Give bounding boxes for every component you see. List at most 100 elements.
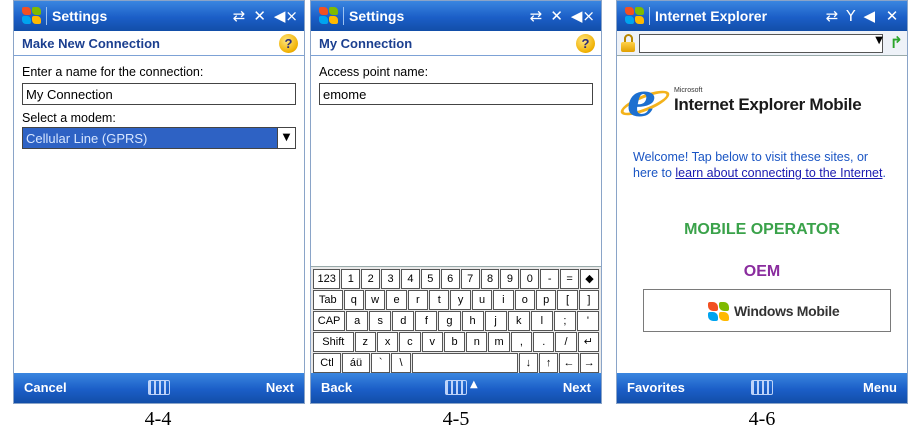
keyboard-key[interactable]: u <box>471 290 493 310</box>
keyboard-key[interactable]: n <box>466 332 488 352</box>
keyboard-key[interactable]: d <box>392 311 415 331</box>
keyboard-key[interactable]: g <box>438 311 461 331</box>
keyboard-key[interactable]: ; <box>553 311 576 331</box>
keyboard-key[interactable]: i <box>493 290 514 310</box>
keyboard-key[interactable]: CAP <box>313 311 346 331</box>
keyboard-key[interactable]: áü <box>342 353 370 373</box>
address-input[interactable] <box>639 34 883 53</box>
start-menu-icon[interactable] <box>623 6 645 26</box>
connectivity-icon[interactable]: ⇄ <box>826 7 839 25</box>
connectivity-icon[interactable]: ⇄ <box>233 7 246 25</box>
keyboard-key[interactable]: q <box>343 290 364 310</box>
keyboard-key[interactable]: k <box>507 311 530 331</box>
keyboard-key[interactable]: 0 <box>520 269 540 289</box>
close-icon[interactable]: ✕ <box>883 7 901 25</box>
keyboard-icon[interactable] <box>148 380 170 395</box>
keyboard-key[interactable]: j <box>484 311 507 331</box>
chevron-down-icon[interactable]: ▼ <box>277 128 295 148</box>
keyboard-key[interactable]: x <box>376 332 399 352</box>
keyboard-key[interactable]: o <box>514 290 535 310</box>
keyboard-key[interactable]: ] <box>578 290 600 310</box>
keyboard-key[interactable]: e <box>386 290 407 310</box>
connectivity-icon[interactable]: ⇄ <box>530 7 543 25</box>
keyboard-icon[interactable] <box>445 380 467 395</box>
space-key[interactable] <box>411 353 518 373</box>
start-menu-icon[interactable] <box>317 6 339 26</box>
keyboard-key[interactable]: ↓ <box>518 353 538 373</box>
volume-icon[interactable]: ◀× <box>571 7 595 25</box>
keyboard-key[interactable]: 5 <box>420 269 440 289</box>
menu-button[interactable]: Menu <box>863 380 897 395</box>
keyboard-key[interactable]: m <box>488 332 510 352</box>
keyboard-key[interactable]: \ <box>391 353 411 373</box>
keyboard-key[interactable]: → <box>579 353 599 373</box>
signal-icon[interactable]: ✕ <box>550 7 563 25</box>
modem-select[interactable]: Cellular Line (GPRS) ▼ <box>22 127 296 149</box>
keyboard-key[interactable]: 7 <box>460 269 480 289</box>
keyboard-key[interactable]: [ <box>557 290 578 310</box>
keyboard-key[interactable]: 8 <box>480 269 500 289</box>
keyboard-key[interactable]: ← <box>559 353 579 373</box>
keyboard-key[interactable]: . <box>533 332 555 352</box>
start-menu-icon[interactable] <box>20 6 42 26</box>
keyboard-key[interactable]: , <box>510 332 533 352</box>
next-button[interactable]: Next <box>266 380 294 395</box>
keyboard-key[interactable]: ↑ <box>538 353 559 373</box>
back-button[interactable]: Back <box>321 380 352 395</box>
learn-connecting-link[interactable]: learn about connecting to the Internet <box>675 166 882 180</box>
keyboard-icon[interactable] <box>751 380 773 395</box>
keyboard-key[interactable]: / <box>555 332 577 352</box>
keyboard-key[interactable]: 4 <box>401 269 420 289</box>
cancel-button[interactable]: Cancel <box>24 380 67 395</box>
keyboard-row: Shift z x c v b n m,. / ↵ <box>313 332 600 352</box>
keyboard-key[interactable]: ↵ <box>577 332 600 352</box>
divider <box>649 7 650 25</box>
caret-up-icon[interactable]: ▲ <box>470 379 478 390</box>
keyboard-key[interactable]: 9 <box>500 269 520 289</box>
keyboard-key[interactable]: Shift <box>313 332 354 352</box>
screen-my-connection: Settings ⇄ ✕ ◀× My Connection ? Access p… <box>310 0 602 404</box>
keyboard-key[interactable]: 123 <box>313 269 341 289</box>
keyboard-key[interactable]: v <box>421 332 443 352</box>
help-icon[interactable]: ? <box>576 34 595 53</box>
go-arrow-icon[interactable]: ↱ <box>890 33 903 52</box>
connection-name-input[interactable]: My Connection <box>22 83 296 105</box>
keyboard-key[interactable]: c <box>399 332 421 352</box>
keyboard-key[interactable]: w <box>364 290 386 310</box>
keyboard-key[interactable]: ' <box>576 311 599 331</box>
keyboard-key[interactable]: l <box>530 311 553 331</box>
signal-icon[interactable]: Y <box>846 7 855 25</box>
favorites-button[interactable]: Favorites <box>627 380 685 395</box>
keyboard-key[interactable]: 1 <box>341 269 361 289</box>
signal-icon[interactable]: ✕ <box>253 7 266 25</box>
keyboard-key[interactable]: z <box>354 332 376 352</box>
keyboard-key[interactable]: - <box>540 269 560 289</box>
apn-input[interactable]: emome <box>319 83 593 105</box>
keyboard-key[interactable]: b <box>443 332 466 352</box>
oem-link[interactable]: OEM <box>617 263 907 281</box>
keyboard-key[interactable]: f <box>415 311 438 331</box>
apn-label: Access point name: <box>319 65 429 79</box>
next-button[interactable]: Next <box>563 380 591 395</box>
windows-mobile-button[interactable]: Windows Mobile <box>643 289 891 332</box>
volume-icon[interactable]: ◀× <box>274 7 298 25</box>
chevron-down-icon[interactable]: ▼ <box>875 35 883 46</box>
mobile-operator-link[interactable]: MOBILE OPERATOR <box>617 221 907 239</box>
keyboard-key[interactable]: s <box>369 311 392 331</box>
keyboard-key[interactable]: = <box>560 269 580 289</box>
keyboard-key[interactable]: ◆ <box>580 269 599 289</box>
keyboard-key[interactable]: p <box>535 290 557 310</box>
keyboard-key[interactable]: r <box>407 290 429 310</box>
keyboard-key[interactable]: Tab <box>313 290 343 310</box>
keyboard-key[interactable]: h <box>461 311 484 331</box>
keyboard-key[interactable]: 6 <box>440 269 460 289</box>
keyboard-key[interactable]: Ctl <box>313 353 341 373</box>
keyboard-key[interactable]: 3 <box>381 269 401 289</box>
keyboard-key[interactable]: a <box>346 311 369 331</box>
keyboard-key[interactable]: t <box>429 290 450 310</box>
volume-icon[interactable]: ◀ <box>863 7 875 25</box>
keyboard-key[interactable]: ` <box>371 353 391 373</box>
help-icon[interactable]: ? <box>279 34 298 53</box>
keyboard-key[interactable]: 2 <box>361 269 381 289</box>
keyboard-key[interactable]: y <box>450 290 471 310</box>
